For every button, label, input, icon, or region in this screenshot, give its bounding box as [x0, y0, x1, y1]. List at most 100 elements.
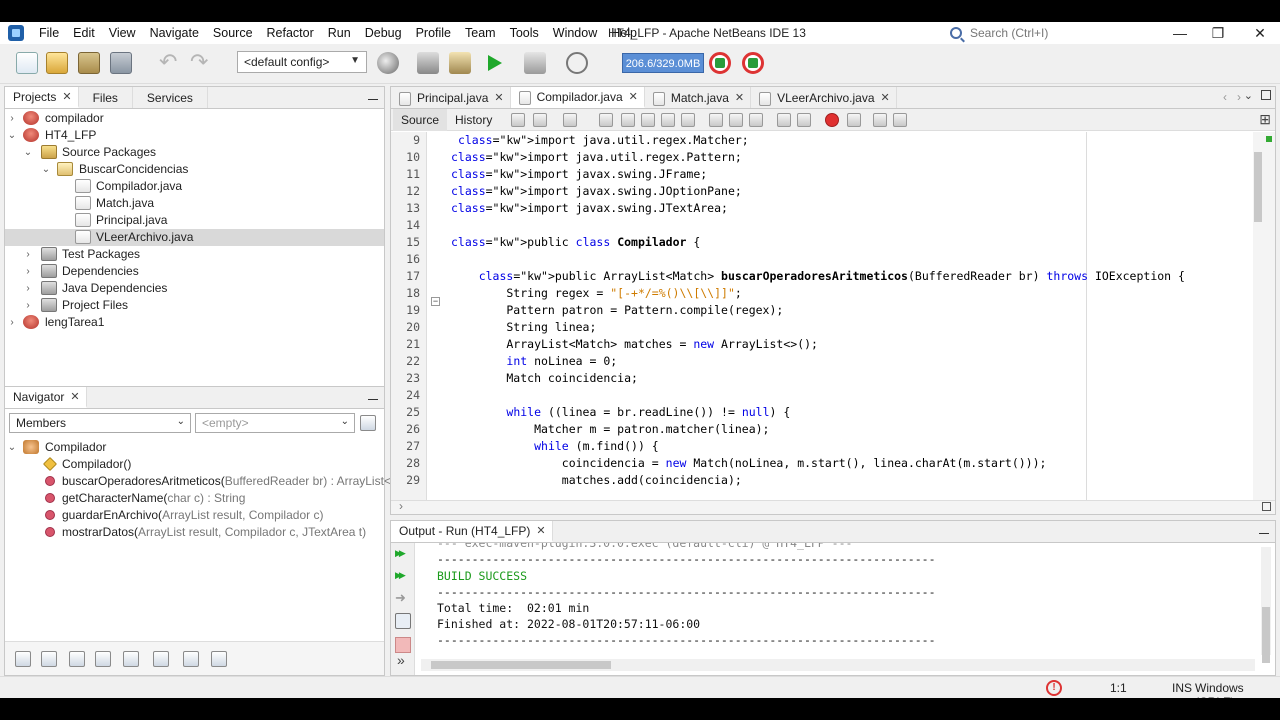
- start-macro-icon[interactable]: [825, 113, 839, 127]
- debug-project-icon[interactable]: [524, 52, 546, 74]
- close-icon[interactable]: ✕: [62, 90, 71, 103]
- history-tab[interactable]: History: [447, 109, 500, 131]
- chevron-right-icon[interactable]: ›: [23, 297, 33, 314]
- show-static-icon[interactable]: [69, 651, 85, 667]
- sort-by-source-icon[interactable]: [211, 651, 227, 667]
- clean-build-icon[interactable]: [449, 52, 471, 74]
- chevron-right-icon[interactable]: ›: [23, 280, 33, 297]
- minimize-icon[interactable]: [368, 90, 378, 100]
- output-vertical-scrollbar[interactable]: [1261, 547, 1271, 663]
- tree-dependencies[interactable]: › Dependencies: [5, 263, 384, 280]
- split-editor-icon[interactable]: ⊞: [1259, 111, 1271, 128]
- next-bookmark-icon[interactable]: [729, 113, 743, 127]
- memory-meter[interactable]: 206.6/329.0MB: [622, 53, 704, 73]
- rerun-icon[interactable]: [395, 547, 411, 563]
- minimize-icon[interactable]: [1259, 524, 1269, 534]
- tree-project-ht4-lfp[interactable]: ⌄ HT4_LFP: [5, 127, 384, 144]
- show-fields-icon[interactable]: [41, 651, 57, 667]
- profile-project-icon[interactable]: [566, 52, 588, 74]
- tree-package-buscarconcidencias[interactable]: ⌄ BuscarConcidencias: [5, 161, 384, 178]
- editor-horizontal-scrollbar[interactable]: ›: [391, 499, 1275, 514]
- navigator-layout-icon[interactable]: [360, 415, 376, 431]
- source-tab[interactable]: Source: [393, 109, 448, 131]
- tree-test-packages[interactable]: › Test Packages: [5, 246, 384, 263]
- nav-member-guardarenarchivo[interactable]: guardarEnArchivo(ArrayList result, Compi…: [5, 507, 384, 524]
- garbage-collect-icon[interactable]: [709, 52, 731, 74]
- chevron-right-icon[interactable]: ›: [23, 263, 33, 280]
- uncomment-icon[interactable]: [893, 113, 907, 127]
- menu-run[interactable]: Run: [321, 22, 358, 44]
- chevron-down-icon[interactable]: ⌄: [23, 144, 33, 161]
- scroll-tabs-right-icon[interactable]: ›: [1237, 90, 1241, 104]
- nav-member-constructor[interactable]: Compilador(): [5, 456, 384, 473]
- close-icon[interactable]: ✕: [536, 524, 545, 537]
- scroll-thumb[interactable]: [1254, 152, 1262, 222]
- new-project-icon[interactable]: [46, 52, 68, 74]
- redo-icon[interactable]: [188, 49, 210, 75]
- tab-navigator[interactable]: Navigator ✕: [5, 387, 87, 408]
- empty-select[interactable]: <empty> ⌄: [195, 413, 355, 433]
- highlight-toggle-icon[interactable]: [681, 113, 695, 127]
- sort-by-name-icon[interactable]: [183, 651, 199, 667]
- menu-profile[interactable]: Profile: [409, 22, 458, 44]
- notifications-icon[interactable]: !: [1046, 680, 1062, 696]
- back-icon[interactable]: [533, 113, 547, 127]
- tree-java-dependencies[interactable]: › Java Dependencies: [5, 280, 384, 297]
- tree-file-match[interactable]: Match.java: [5, 195, 384, 212]
- search-box[interactable]: Search (Ctrl+I): [950, 23, 1152, 43]
- close-icon[interactable]: ✕: [735, 91, 744, 104]
- menu-team[interactable]: Team: [458, 22, 503, 44]
- restore-window-button[interactable]: ❐: [1198, 22, 1238, 44]
- code-area[interactable]: class="kw">import java.util.regex.Matche…: [427, 132, 1249, 500]
- nav-member-mostrardatos[interactable]: mostrarDatos(ArrayList result, Compilado…: [5, 524, 384, 541]
- show-non-public-icon[interactable]: [95, 651, 111, 667]
- resume-icon[interactable]: [395, 590, 411, 607]
- chevron-down-icon[interactable]: ⌄: [1244, 89, 1253, 102]
- chevron-right-icon[interactable]: ›: [399, 499, 403, 513]
- stop-macro-icon[interactable]: [847, 113, 861, 127]
- nav-member-buscaroperadores[interactable]: buscarOperadoresAritmeticos(BufferedRead…: [5, 473, 411, 490]
- expand-icon[interactable]: [1262, 502, 1271, 511]
- tab-files[interactable]: Files: [79, 87, 133, 108]
- build-hammer-icon[interactable]: [417, 52, 439, 74]
- forward-icon[interactable]: [563, 113, 577, 127]
- undo-icon[interactable]: [157, 49, 179, 75]
- tree-project-compilador[interactable]: › compilador: [5, 110, 384, 127]
- globe-icon[interactable]: [377, 52, 399, 74]
- tree-file-principal[interactable]: Principal.java: [5, 212, 384, 229]
- find-next-icon[interactable]: [641, 113, 655, 127]
- tree-project-lengtarea1[interactable]: › lengTarea1: [5, 314, 384, 331]
- tab-output-run[interactable]: Output - Run (HT4_LFP) ✕: [391, 521, 553, 542]
- chevron-down-icon[interactable]: ⌄: [7, 127, 17, 144]
- close-icon[interactable]: ✕: [629, 90, 638, 103]
- menu-navigate[interactable]: Navigate: [143, 22, 206, 44]
- menu-file[interactable]: File: [32, 22, 66, 44]
- menu-refactor[interactable]: Refactor: [260, 22, 321, 44]
- find-in-output-icon[interactable]: [395, 613, 411, 629]
- scroll-tabs-left-icon[interactable]: ‹: [1223, 90, 1227, 104]
- profiler-snapshot-icon[interactable]: [742, 52, 764, 74]
- tree-file-vleerarchivo[interactable]: VLeerArchivo.java: [5, 229, 384, 246]
- find-selection-icon[interactable]: [661, 113, 675, 127]
- output-horizontal-scrollbar[interactable]: [421, 659, 1255, 671]
- tree-source-packages[interactable]: ⌄ Source Packages: [5, 144, 384, 161]
- members-filter-select[interactable]: Members ⌄: [9, 413, 191, 433]
- show-inner-classes-icon[interactable]: [123, 651, 139, 667]
- shift-left-icon[interactable]: [777, 113, 791, 127]
- maximize-icon[interactable]: [1261, 90, 1271, 100]
- menu-source[interactable]: Source: [206, 22, 260, 44]
- menu-view[interactable]: View: [102, 22, 143, 44]
- close-window-button[interactable]: ✕: [1240, 22, 1280, 44]
- menu-tools[interactable]: Tools: [503, 22, 546, 44]
- new-file-icon[interactable]: [16, 52, 38, 74]
- find-previous-icon[interactable]: [621, 113, 635, 127]
- close-icon[interactable]: ✕: [70, 390, 79, 403]
- chevron-down-icon[interactable]: ⌄: [7, 439, 17, 456]
- chevron-right-icon[interactable]: ›: [7, 110, 17, 127]
- nav-class-compilador[interactable]: ⌄ Compilador: [5, 439, 384, 456]
- editor-vertical-scrollbar[interactable]: [1253, 132, 1263, 500]
- menu-debug[interactable]: Debug: [358, 22, 409, 44]
- menu-edit[interactable]: Edit: [66, 22, 102, 44]
- previous-bookmark-icon[interactable]: [709, 113, 723, 127]
- tree-project-files[interactable]: › Project Files: [5, 297, 384, 314]
